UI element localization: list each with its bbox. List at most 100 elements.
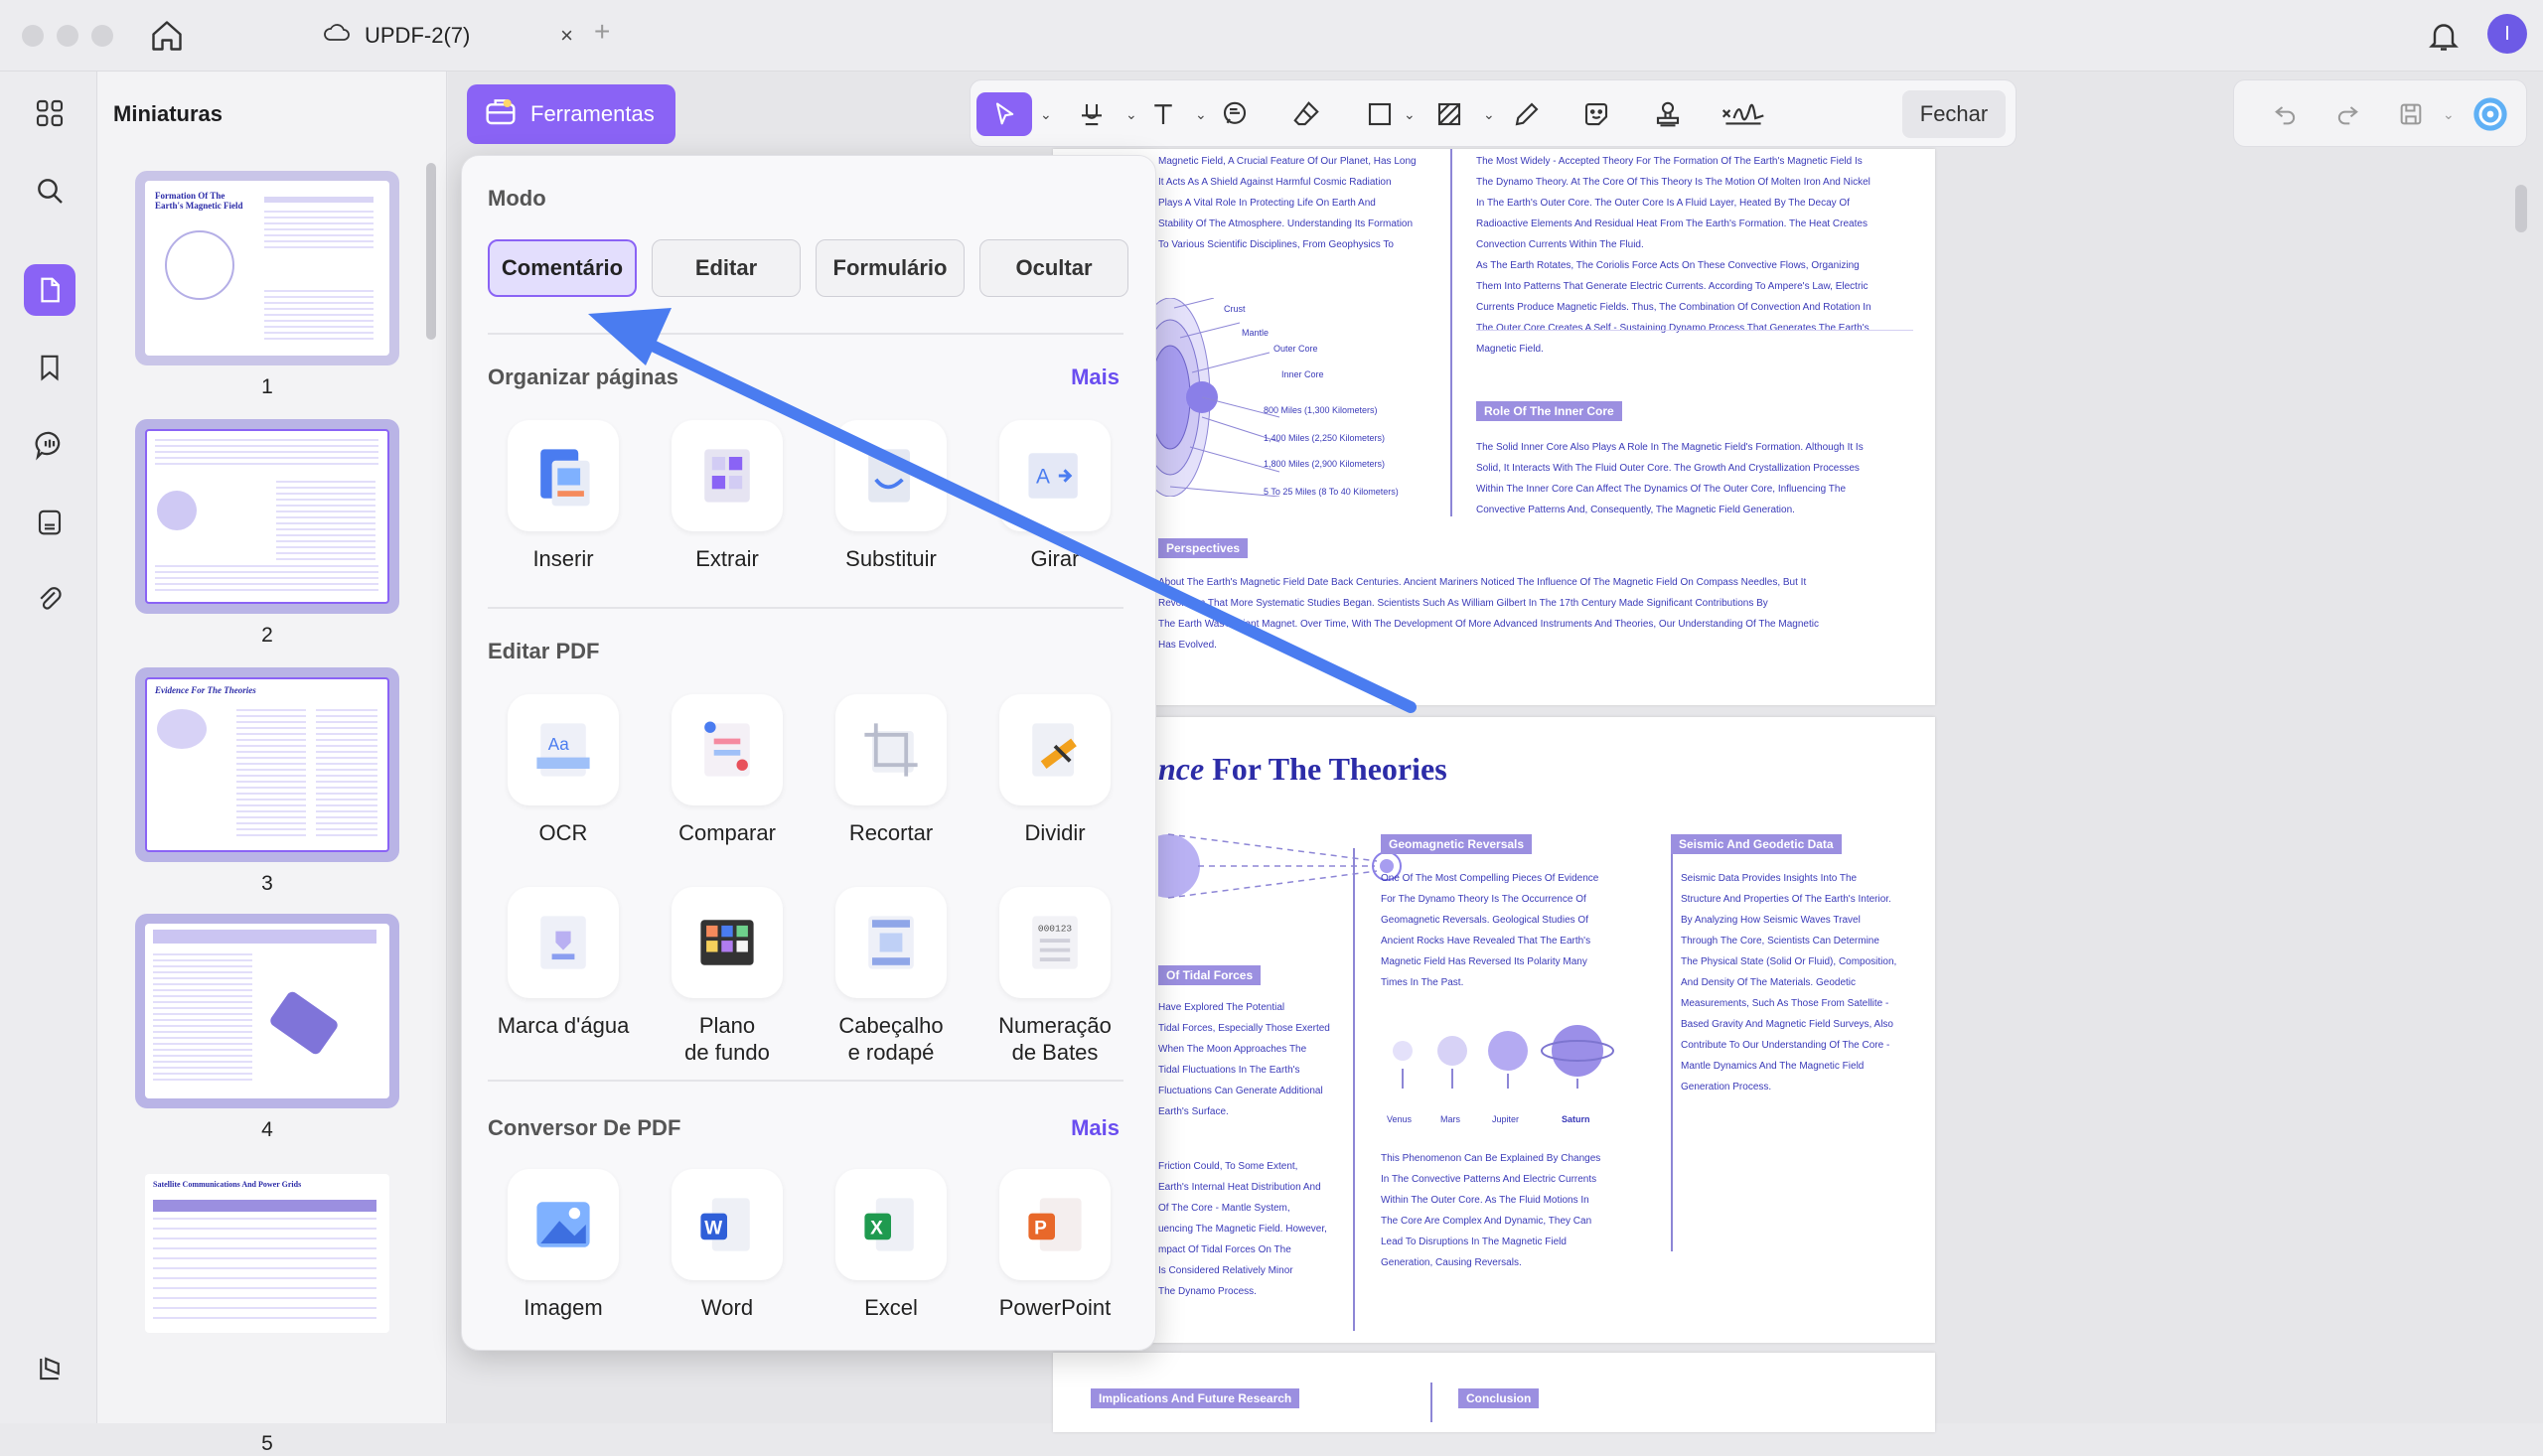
chevron-down-icon[interactable]: ⌄ [1404, 106, 1416, 123]
organize-more-link[interactable]: Mais [1071, 364, 1120, 390]
replace-page-button[interactable]: Substituir [812, 420, 971, 572]
planet-label-mars: Mars [1440, 1114, 1460, 1124]
header-footer-button[interactable]: Cabeçalho e rodapé [812, 887, 971, 1066]
stamp-list-icon[interactable] [24, 497, 75, 548]
thumbnail-page-3[interactable]: Evidence For The Theories [135, 667, 399, 862]
chevron-down-icon[interactable]: ⌄ [1195, 106, 1207, 123]
document-tab[interactable]: UPDF-2(7) × [303, 10, 581, 62]
tools-button[interactable]: Ferramentas [467, 84, 675, 144]
document-page-2[interactable]: nce For The Theories Of Tidal Forces Hav… [1053, 717, 1935, 1343]
strikethrough-icon[interactable] [1070, 92, 1114, 136]
text-tool-icon[interactable] [1141, 92, 1185, 136]
insert-page-button[interactable]: Inserir [484, 420, 643, 572]
item-label: Recortar [848, 820, 934, 845]
thumbnail-page-1[interactable]: Formation Of The Earth's Magnetic Field [135, 171, 399, 365]
window-zoom-control[interactable] [91, 25, 113, 47]
close-tab-icon[interactable]: × [560, 23, 573, 49]
chevron-down-icon[interactable]: ⌄ [1040, 106, 1052, 123]
user-avatar[interactable]: I [2487, 14, 2527, 54]
ocr-button[interactable]: Aa OCR [484, 694, 643, 846]
convert-powerpoint-button[interactable]: P PowerPoint [975, 1169, 1134, 1321]
signature-icon[interactable] [1716, 92, 1771, 136]
thumbnail-page-number: 1 [261, 375, 273, 398]
convert-image-button[interactable]: Imagem [484, 1169, 643, 1321]
new-tab-icon[interactable]: + [594, 16, 610, 48]
stamp-icon[interactable] [1646, 92, 1690, 136]
mode-redact-button[interactable]: Ocultar [979, 239, 1128, 297]
search-icon[interactable] [24, 165, 75, 217]
tools-label: Ferramentas [530, 101, 655, 126]
thumbnail-diagram [165, 230, 234, 300]
thumbnail-page-number: 3 [261, 872, 273, 895]
grid-icon[interactable] [24, 87, 75, 139]
thumbnail-page-2[interactable] [135, 419, 399, 614]
thumbnails-icon[interactable] [24, 264, 75, 316]
layers-icon[interactable] [24, 1343, 75, 1394]
diagram-label: 1,400 Miles (2,250 Kilometers) [1264, 433, 1386, 443]
mode-edit-button[interactable]: Editar [652, 239, 801, 297]
eraser-icon[interactable] [1284, 92, 1328, 136]
rectangle-icon[interactable] [1358, 92, 1402, 136]
convert-word-button[interactable]: W Word [648, 1169, 807, 1321]
window-close-control[interactable] [22, 25, 44, 47]
save-icon[interactable] [2389, 92, 2433, 136]
ai-assistant-icon[interactable] [2468, 92, 2512, 136]
split-button[interactable]: Dividir [975, 694, 1134, 846]
document-page-3[interactable]: Implications And Future Research Conclus… [1053, 1353, 1935, 1432]
satellite-image [267, 989, 341, 1057]
window-minimize-control[interactable] [57, 25, 78, 47]
undo-icon[interactable] [2264, 92, 2308, 136]
thumbnails-scrollbar[interactable] [426, 163, 436, 340]
redo-icon[interactable] [2325, 92, 2369, 136]
document-page-1[interactable]: Magnetic Field, A Crucial Feature Of Our… [1053, 149, 1935, 705]
bates-numbering-button[interactable]: 000123 Numeração de Bates [975, 887, 1134, 1066]
insert-page-icon [508, 420, 619, 531]
section-divider [1476, 330, 1913, 331]
mode-form-button[interactable]: Formulário [816, 239, 965, 297]
thumbnails-title: Miniaturas [113, 101, 224, 126]
chevron-down-icon[interactable]: ⌄ [1125, 106, 1137, 123]
chevron-down-icon[interactable]: ⌄ [2443, 106, 2455, 123]
tab-title: UPDF-2(7) [365, 23, 471, 48]
bookmark-icon[interactable] [24, 342, 75, 393]
sticker-icon[interactable] [1574, 92, 1618, 136]
attachment-icon[interactable] [24, 574, 75, 626]
compare-button[interactable]: Comparar [648, 694, 807, 846]
bell-icon[interactable] [2426, 18, 2462, 59]
word-file-icon: W [672, 1169, 783, 1280]
phenomenon-paragraph: This Phenomenon Can Be Explained By Chan… [1381, 1153, 1601, 1268]
item-label: Imagem [524, 1295, 603, 1320]
area-highlight-icon[interactable] [1427, 92, 1471, 136]
tidal-diagram [1136, 806, 1407, 931]
mode-comment-button[interactable]: Comentário [488, 239, 637, 297]
thumbnail-page-5[interactable]: Satellite Communications And Power Grids [135, 1164, 399, 1343]
thumbnail-text [236, 709, 306, 838]
watermark-button[interactable]: Marca d'água [484, 887, 643, 1039]
document-scrollbar[interactable] [2515, 185, 2527, 232]
background-button[interactable]: Plano de fundo [648, 887, 807, 1066]
tidal-heading: Of Tidal Forces [1158, 965, 1262, 985]
seismic-heading: Seismic And Geodetic Data [1671, 834, 1842, 854]
thumbnail-page-4[interactable] [135, 914, 399, 1108]
comment-icon[interactable] [1213, 92, 1257, 136]
pencil-icon[interactable] [1505, 92, 1549, 136]
edit-section-title: Editar PDF [488, 639, 600, 663]
close-button[interactable]: Fechar [1902, 90, 2006, 138]
comments-icon[interactable] [24, 419, 75, 471]
chevron-down-icon[interactable]: ⌄ [1483, 106, 1495, 123]
home-icon[interactable] [149, 18, 189, 54]
extract-page-button[interactable]: Extrair [648, 420, 807, 572]
title-bar: UPDF-2(7) × + I [0, 0, 2543, 72]
seismic-paragraph: Seismic Data Provides Insights Into The … [1681, 873, 1897, 1092]
convert-excel-button[interactable]: X Excel [812, 1169, 971, 1321]
rotate-page-button[interactable]: A Girar [975, 420, 1134, 572]
item-label: Girar [1030, 546, 1080, 571]
item-label: Extrair [695, 546, 759, 571]
history-toolbar: ⌄ [2233, 79, 2527, 147]
cloud-icon [323, 22, 351, 50]
thumbnail-diagram [157, 491, 197, 530]
select-tool-icon[interactable] [976, 92, 1032, 136]
converter-more-link[interactable]: Mais [1071, 1115, 1120, 1141]
perspectives-heading: Perspectives [1158, 538, 1249, 558]
crop-button[interactable]: Recortar [812, 694, 971, 846]
